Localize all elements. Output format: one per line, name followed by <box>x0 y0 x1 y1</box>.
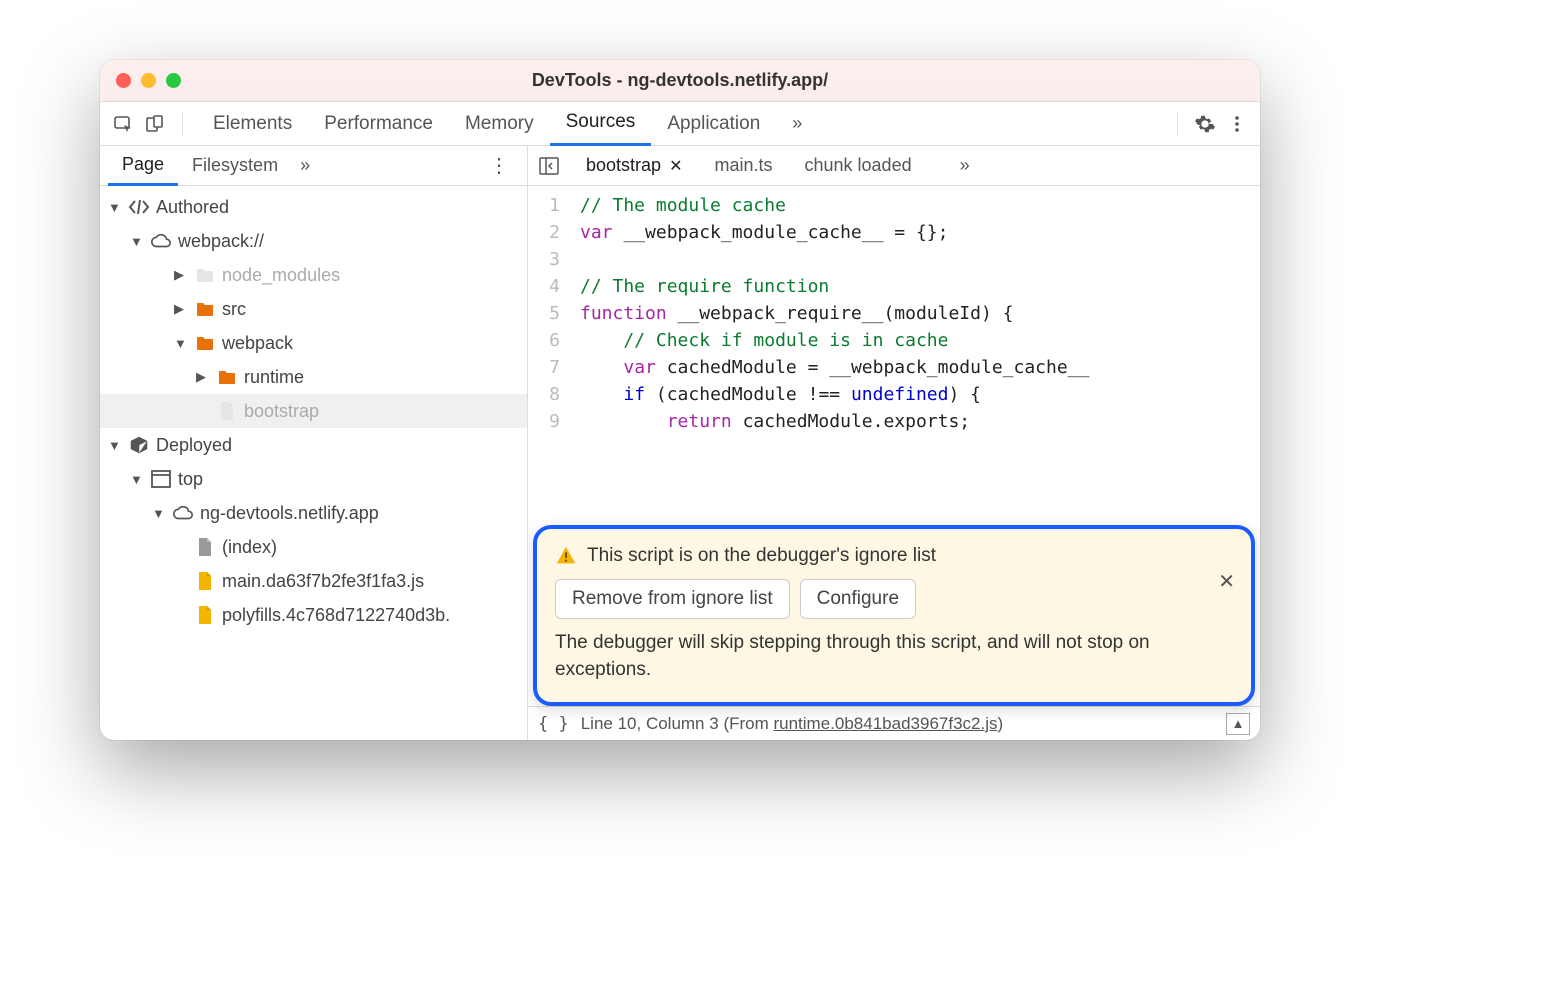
file-icon <box>194 604 216 626</box>
close-infobar-button[interactable]: ✕ <box>1218 569 1235 594</box>
navigator-panel: PageFilesystem » ⋮ ▼ Authored ▼ webpack:// ▶… <box>100 146 528 740</box>
editor-tab-bootstrap[interactable]: bootstrap✕ <box>570 146 698 186</box>
tree-group-authored[interactable]: ▼ Authored <box>100 190 527 224</box>
navigator-tab-page[interactable]: Page <box>108 146 178 186</box>
tree-item-label: webpack <box>222 333 293 354</box>
tree-item-label: Deployed <box>156 435 232 456</box>
tree-twisty-icon[interactable]: ▶ <box>174 301 188 317</box>
tree-item-main-da63f7b2fe3f1fa3-js[interactable]: main.da63f7b2fe3f1fa3.js <box>100 564 527 598</box>
tree-twisty-icon[interactable]: ▼ <box>130 234 144 249</box>
tree-item-src[interactable]: ▶ src <box>100 292 527 326</box>
tree-item-label: Authored <box>156 197 229 218</box>
editor-panel: bootstrap✕main.tschunk loaded » 12345678… <box>528 146 1260 740</box>
tree-item-label: (index) <box>222 537 277 558</box>
tab-application[interactable]: Application <box>651 102 776 146</box>
toolbar-divider <box>182 112 183 136</box>
tree-item-label: ng-devtools.netlify.app <box>200 503 379 524</box>
tree-item-label: src <box>222 299 246 320</box>
navigator-tab-filesystem[interactable]: Filesystem <box>178 146 292 186</box>
navigator-menu-icon[interactable]: ⋮ <box>479 153 519 178</box>
tree-item-label: bootstrap <box>244 401 319 422</box>
tab-performance[interactable]: Performance <box>308 102 449 146</box>
close-window-button[interactable] <box>116 73 131 88</box>
tree-twisty-icon[interactable]: ▶ <box>174 267 188 283</box>
tree-twisty-icon[interactable]: ▼ <box>108 200 122 215</box>
tree-item-label: main.da63f7b2fe3f1fa3.js <box>222 571 424 592</box>
devtools-window: DevTools - ng-devtools.netlify.app/ Elem… <box>100 60 1260 740</box>
cube-icon <box>128 434 150 456</box>
scroll-button[interactable]: ▲ <box>1226 713 1250 735</box>
close-tab-icon[interactable]: ✕ <box>669 156 682 176</box>
tab-sources[interactable]: Sources <box>550 102 652 146</box>
folder-icon <box>194 332 216 354</box>
cloud-icon <box>172 502 194 524</box>
frame-icon <box>150 468 172 490</box>
tab-memory[interactable]: Memory <box>449 102 550 146</box>
kebab-menu-icon[interactable] <box>1224 111 1250 137</box>
infobar-title: This script is on the debugger's ignore … <box>587 545 936 567</box>
toolbar-divider <box>1177 112 1178 136</box>
maximize-window-button[interactable] <box>166 73 181 88</box>
remove-from-ignore-list-button[interactable]: Remove from ignore list <box>555 579 790 619</box>
tree-item--index-[interactable]: (index) <box>100 530 527 564</box>
sourcemap-link[interactable]: runtime.0b841bad3967f3c2.js <box>773 714 997 733</box>
editor-statusbar: { } Line 10, Column 3 (From runtime.0b84… <box>528 706 1260 740</box>
tree-item-bootstrap[interactable]: bootstrap <box>100 394 527 428</box>
tree-item-label: node_modules <box>222 265 340 286</box>
tree-item-top[interactable]: ▼ top <box>100 462 527 496</box>
tree-item-host[interactable]: ▼ ng-devtools.netlify.app <box>100 496 527 530</box>
file-icon <box>194 536 216 558</box>
editor-tab-chunk-loaded[interactable]: chunk loaded <box>789 146 928 186</box>
tree-item-node_modules[interactable]: ▶ node_modules <box>100 258 527 292</box>
folder-icon <box>194 298 216 320</box>
tree-group-deployed[interactable]: ▼ Deployed <box>100 428 527 462</box>
tree-twisty-icon[interactable]: ▼ <box>152 506 166 521</box>
tree-item-label: runtime <box>244 367 304 388</box>
gear-icon[interactable] <box>1192 111 1218 137</box>
more-panels-icon[interactable]: » <box>782 113 812 134</box>
pretty-print-button[interactable]: { } <box>538 714 569 734</box>
main-area: PageFilesystem » ⋮ ▼ Authored ▼ webpack:// ▶… <box>100 146 1260 740</box>
warning-icon <box>555 545 577 567</box>
editor-tabs: bootstrap✕main.tschunk loaded » <box>528 146 1260 186</box>
traffic-lights <box>116 73 181 88</box>
cursor-position: Line 10, Column 3 (From runtime.0b841bad… <box>581 714 1003 734</box>
tree-item-webpack[interactable]: ▼ webpack <box>100 326 527 360</box>
main-toolbar: ElementsPerformanceMemorySourcesApplicat… <box>100 102 1260 146</box>
infobar-description: The debugger will skip stepping through … <box>555 629 1233 684</box>
file-icon <box>194 570 216 592</box>
folder-icon <box>216 366 238 388</box>
tree-item-label: polyfills.4c768d7122740d3b. <box>222 605 450 626</box>
configure-button[interactable]: Configure <box>800 579 916 619</box>
window-title: DevTools - ng-devtools.netlify.app/ <box>100 70 1260 91</box>
ignore-list-infobar: This script is on the debugger's ignore … <box>533 525 1255 706</box>
tree-twisty-icon[interactable]: ▶ <box>196 369 210 385</box>
tree-twisty-icon[interactable]: ▼ <box>130 472 144 487</box>
titlebar: DevTools - ng-devtools.netlify.app/ <box>100 60 1260 102</box>
device-toolbar-icon[interactable] <box>142 111 168 137</box>
inspect-icon[interactable] <box>110 111 136 137</box>
file-icon <box>216 400 238 422</box>
editor-tab-main.ts[interactable]: main.ts <box>698 146 788 186</box>
toggle-navigator-icon[interactable] <box>534 151 564 181</box>
tree-item-label: webpack:// <box>178 231 264 252</box>
tree-item-webpack[interactable]: ▼ webpack:// <box>100 224 527 258</box>
more-navigator-tabs-icon[interactable]: » <box>292 155 318 176</box>
minimize-window-button[interactable] <box>141 73 156 88</box>
tree-item-polyfills-4c768d7122740d3b-[interactable]: polyfills.4c768d7122740d3b. <box>100 598 527 632</box>
navigator-tabs: PageFilesystem » ⋮ <box>100 146 527 186</box>
tree-twisty-icon[interactable]: ▼ <box>174 336 188 351</box>
cloud-icon <box>150 230 172 252</box>
tab-elements[interactable]: Elements <box>197 102 308 146</box>
code-icon <box>128 196 150 218</box>
tree-item-runtime[interactable]: ▶ runtime <box>100 360 527 394</box>
tree-twisty-icon[interactable]: ▼ <box>108 438 122 453</box>
file-tree: ▼ Authored ▼ webpack:// ▶ node_modules ▶ src ▼ we… <box>100 186 527 740</box>
folder-icon <box>194 264 216 286</box>
tree-item-label: top <box>178 469 203 490</box>
more-editor-tabs-icon[interactable]: » <box>950 155 980 176</box>
